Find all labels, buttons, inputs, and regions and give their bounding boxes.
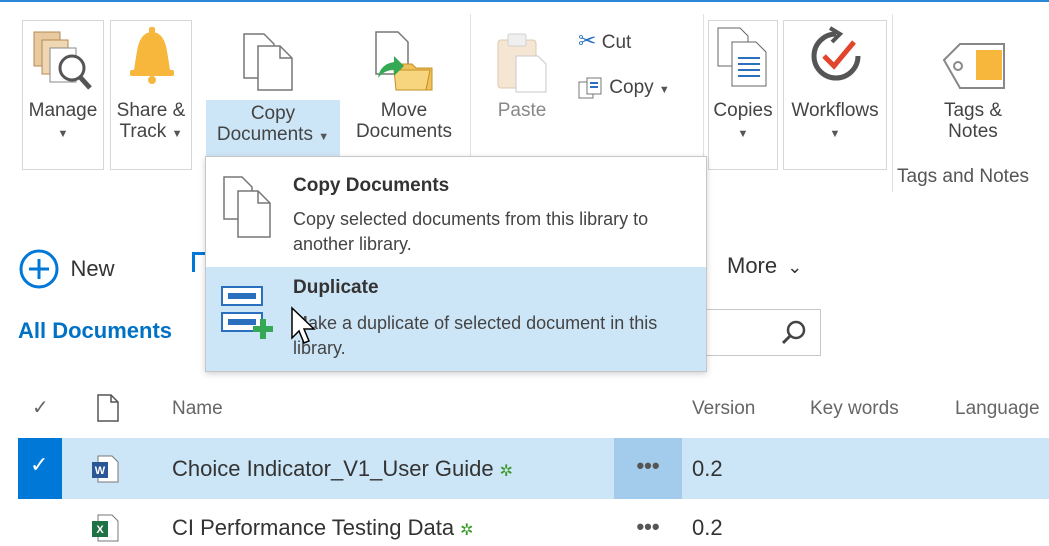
chevron-down-icon: ▼ xyxy=(57,128,69,140)
check-icon: ✓ xyxy=(30,452,49,477)
version-value: 0.2 xyxy=(692,515,723,540)
excel-file-icon: X xyxy=(92,514,119,542)
menu-item-copy-documents[interactable]: Copy Documents Copy selected documents f… xyxy=(206,157,706,265)
upload-icon[interactable] xyxy=(192,252,206,272)
copy-documents-icon xyxy=(243,33,293,91)
plus-circle-icon xyxy=(19,249,59,289)
file-name[interactable]: CI Performance Testing Data xyxy=(172,515,454,540)
duplicate-icon xyxy=(221,286,273,339)
cut-button[interactable]: ✂ Cut xyxy=(578,28,632,54)
move-documents-label-2: Documents xyxy=(355,121,453,142)
paste-icon xyxy=(497,33,547,93)
menu-item-description: Make a duplicate of selected document in… xyxy=(293,313,658,358)
move-documents-button[interactable]: Move Documents xyxy=(345,100,463,142)
menu-item-title: Copy Documents xyxy=(293,175,450,196)
copy-icon xyxy=(578,77,602,99)
more-button[interactable]: More ⌄ xyxy=(727,253,802,279)
chevron-down-icon: ▼ xyxy=(737,128,749,140)
menu-item-description: Copy selected documents from this librar… xyxy=(293,209,649,254)
file-name[interactable]: Choice Indicator_V1_User Guide xyxy=(172,456,494,481)
new-document-icon: ✲ xyxy=(460,522,474,539)
tags-notes-button[interactable]: Tags & Notes xyxy=(905,100,1041,142)
workflows-label: Workflows xyxy=(791,100,879,121)
more-actions-button[interactable]: ••• xyxy=(614,499,682,546)
chevron-down-icon: ▼ xyxy=(318,131,330,143)
share-track-label-2: Track xyxy=(119,121,167,142)
column-header-language[interactable]: Language xyxy=(955,398,1040,420)
tags-notes-label-1: Tags & xyxy=(943,100,1003,121)
manage-label: Manage xyxy=(28,100,98,121)
table-row[interactable]: X CI Performance Testing Data ✲ ••• 0.2 xyxy=(18,499,1049,546)
more-label: More xyxy=(727,253,778,278)
search-icon[interactable] xyxy=(780,319,808,347)
svg-text:X: X xyxy=(96,524,104,536)
paste-label: Paste xyxy=(497,100,547,121)
copy-documents-label-1: Copy xyxy=(250,103,296,124)
svg-text:W: W xyxy=(95,465,106,477)
check-all-icon[interactable]: ✓ xyxy=(32,395,49,420)
row-checkbox[interactable]: ✓ xyxy=(18,438,62,499)
copy-documents-icon xyxy=(223,176,271,238)
copy-button[interactable]: Copy ▼ xyxy=(578,77,670,101)
version-value: 0.2 xyxy=(692,456,723,481)
new-document-icon: ✲ xyxy=(499,463,514,480)
chevron-down-icon: ▼ xyxy=(658,84,670,97)
all-documents-view[interactable]: All Documents xyxy=(18,318,172,344)
chevron-down-icon: ▼ xyxy=(829,128,841,140)
move-documents-icon xyxy=(375,31,433,91)
new-label: New xyxy=(70,256,115,281)
cursor-icon xyxy=(291,306,316,344)
menu-item-title: Duplicate xyxy=(293,277,379,298)
chevron-down-icon: ▼ xyxy=(171,128,183,140)
column-header-version[interactable]: Version xyxy=(692,398,755,420)
share-track-label-1: Share & xyxy=(116,100,186,121)
ribbon-separator xyxy=(892,14,893,192)
tag-icon xyxy=(942,43,1005,89)
menu-item-duplicate[interactable]: Duplicate Make a duplicate of selected d… xyxy=(206,267,706,371)
scissors-icon: ✂ xyxy=(578,28,597,53)
search-box[interactable] xyxy=(700,309,821,356)
move-documents-label-1: Move xyxy=(380,100,428,121)
copy-documents-dropdown: Copy Documents Copy selected documents f… xyxy=(205,156,707,372)
copy-documents-label-2: Documents xyxy=(216,124,313,145)
copies-label: Copies xyxy=(713,100,773,121)
copy-label: Copy xyxy=(609,77,654,99)
paste-button[interactable]: Paste xyxy=(484,100,560,121)
word-file-icon: W xyxy=(92,455,119,483)
column-header-name[interactable]: Name xyxy=(172,398,223,420)
document-icon xyxy=(97,394,119,422)
copies-icon xyxy=(717,27,767,87)
workflows-icon xyxy=(811,26,861,81)
column-header-keywords[interactable]: Key words xyxy=(810,398,899,420)
cut-label: Cut xyxy=(601,32,632,53)
chevron-down-icon: ⌄ xyxy=(787,257,803,277)
tags-notes-label-2: Notes xyxy=(948,121,998,142)
tags-notes-group-label: Tags and Notes xyxy=(897,166,1030,187)
more-actions-button[interactable]: ••• xyxy=(614,438,682,499)
manage-icon xyxy=(33,31,92,90)
table-row[interactable]: ✓ W Choice Indicator_V1_User Guide ✲ ••• … xyxy=(18,438,1049,499)
bell-icon xyxy=(130,27,174,84)
new-button[interactable]: New xyxy=(18,248,114,290)
